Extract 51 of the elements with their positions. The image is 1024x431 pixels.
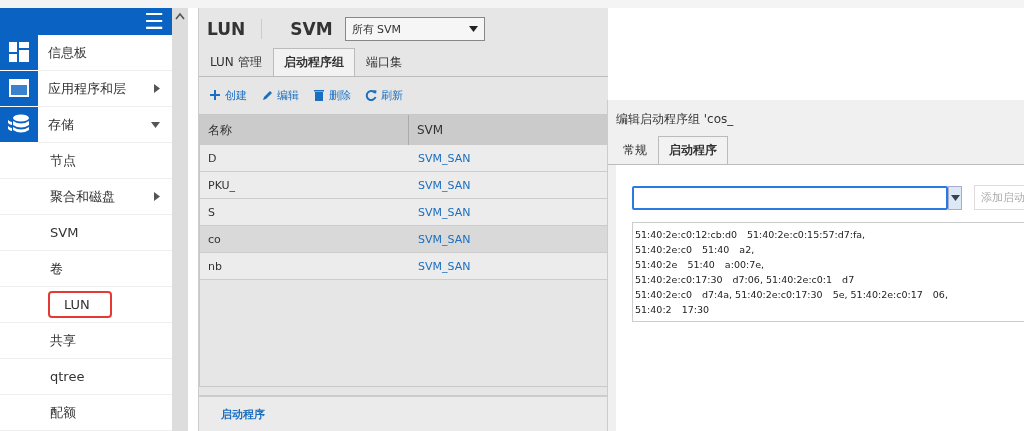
sidebar-item[interactable]: 应用程序和层 [0, 71, 172, 107]
dialog-title: 编辑启动程序组 'cos_ [615, 110, 735, 128]
sidebar-item[interactable]: 信息板 [0, 35, 172, 71]
table-cell-text: S [207, 205, 216, 219]
tab[interactable]: 启动程序 [658, 136, 728, 164]
database-icon [8, 114, 30, 134]
tab[interactable]: 常规 [612, 136, 658, 164]
scroll-up-icon[interactable] [175, 12, 185, 20]
refresh-icon [365, 89, 377, 102]
caret-right-icon [154, 192, 160, 201]
dropdown-button[interactable] [948, 185, 962, 210]
table-row[interactable]: D SVM_SAN [200, 145, 607, 172]
svm-select[interactable]: 所有 SVM [344, 17, 485, 41]
sidebar-item[interactable]: 存储 [0, 107, 172, 143]
tab[interactable]: 启动程序组 [272, 48, 355, 76]
initiator-combo-field[interactable] [632, 185, 948, 210]
toolbar-button[interactable]: 编辑 [261, 88, 299, 103]
toolbar-button[interactable]: 刷新 [365, 88, 403, 103]
column-header[interactable]: 名称 [200, 121, 408, 139]
caret-right-icon [154, 84, 160, 93]
tab[interactable]: 端口集 [354, 48, 413, 76]
caret-down-icon [151, 121, 160, 128]
dashboard-icon [9, 42, 29, 62]
window-icon [9, 79, 29, 97]
toolbar-button[interactable]: 创建 [209, 88, 247, 103]
caret-down-icon [468, 26, 478, 32]
svm-link[interactable]: SVM_SAN [408, 259, 471, 273]
svm-link[interactable]: SVM_SAN [408, 232, 471, 246]
menu-icon[interactable]: ☰ [144, 10, 164, 33]
initiator-list[interactable]: 51:40:2e:c0:12:cb:d0 51:40:2e:c0:15:57:d7:fa, 51:40:2e:c0 51:40 a2, 51:40:2e 51:40 a:00:7e, 51:40:2e:c0:17:30 d7:06, 51:40:2e:c0:1 d7 51:40:2e:c0 d7:4a, 51:40:2e:c0:17:30 5e, 51:40:2e:c0:17 06, 51:40:2 17:30 [632, 222, 1024, 322]
svm-link[interactable]: SVM_SAN [408, 205, 471, 219]
table-row[interactable]: nb SVM_SAN [200, 253, 607, 280]
table-cell-text: nb [207, 259, 223, 273]
pencil-icon [261, 89, 273, 102]
toolbar-button[interactable]: 删除 [313, 88, 351, 103]
table-cell-text: co [207, 232, 222, 246]
page-title: LUN [207, 19, 263, 39]
tab[interactable]: LUN 管理 [199, 48, 273, 76]
trash-icon [313, 89, 325, 102]
table-row[interactable]: PKU_ SVM_SAN [200, 172, 607, 199]
svm-label: SVM [290, 19, 333, 39]
sidebar-item[interactable]: LUN [0, 287, 172, 323]
svm-link[interactable]: SVM_SAN [408, 151, 471, 165]
plus-icon [209, 89, 221, 102]
caret-down-icon [950, 194, 960, 201]
table-cell-text: D [207, 151, 218, 165]
table-cell-text: PKU_ [207, 178, 237, 192]
panel-title: 启动程序 [221, 406, 265, 422]
table-row[interactable]: co SVM_SAN [200, 226, 607, 253]
table-row[interactable]: S SVM_SAN [200, 199, 607, 226]
svm-link[interactable]: SVM_SAN [408, 178, 471, 192]
